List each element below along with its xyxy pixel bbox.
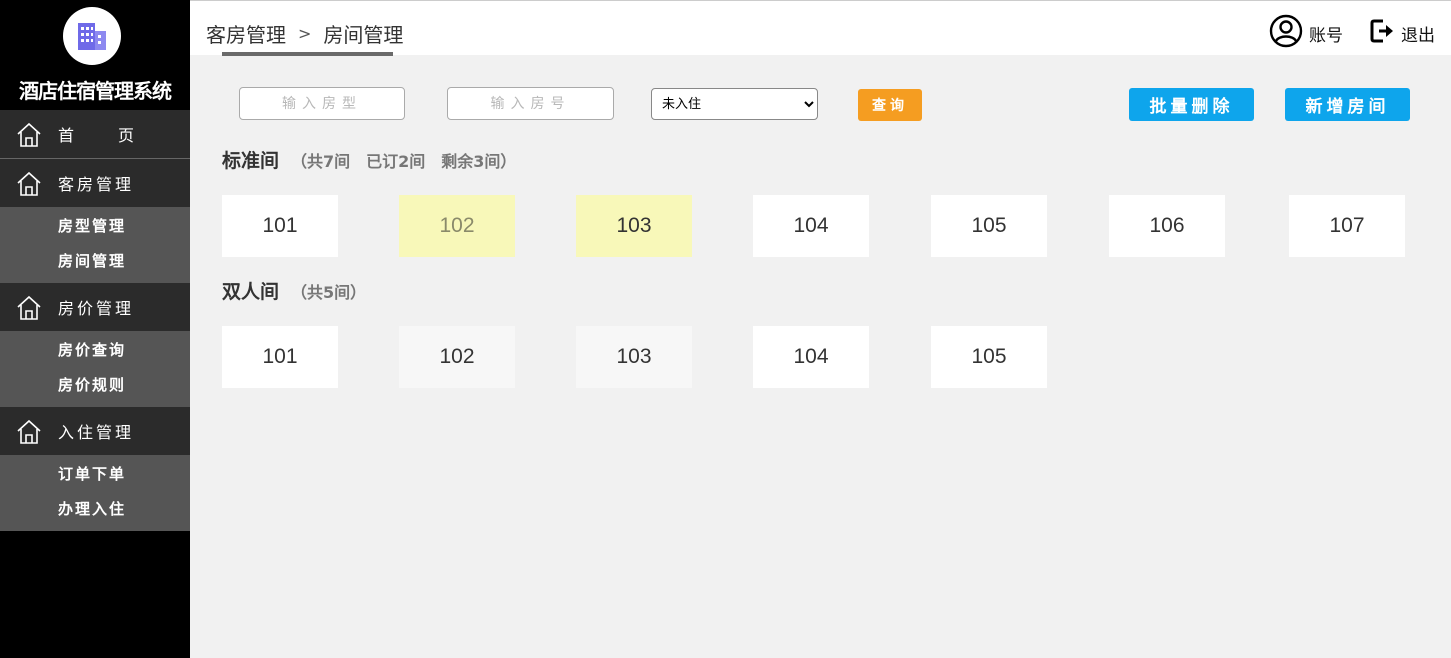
room-card[interactable]: 104 [753, 326, 869, 388]
home-icon [16, 122, 42, 152]
section-stats: （共5间） [291, 283, 367, 302]
submenu-item-room-type[interactable]: 房型管理 [0, 209, 190, 244]
submenu-checkin: 订单下单 办理入住 [0, 455, 190, 531]
menu-label: 客房管理 [58, 175, 135, 194]
add-room-button[interactable]: 新增房间 [1285, 88, 1410, 121]
room-card[interactable]: 105 [931, 326, 1047, 388]
app-root: 酒店住宿管理系统 首页 客房管理 房型管理 房间管理 房价管理 房价查询 房价规… [0, 0, 1451, 658]
submenu-price: 房价查询 房价规则 [0, 331, 190, 407]
room-card[interactable]: 107 [1289, 195, 1405, 257]
room-card[interactable]: 105 [931, 195, 1047, 257]
room-card[interactable]: 106 [1109, 195, 1225, 257]
logout-label: 退出 [1401, 26, 1435, 46]
menu-home-label: 首页 [58, 122, 134, 146]
breadcrumb-item-room-management[interactable]: 客房管理 [206, 19, 286, 48]
submenu-item-room[interactable]: 房间管理 [0, 244, 190, 279]
menu-label: 入住管理 [58, 423, 135, 442]
sidebar: 酒店住宿管理系统 首页 客房管理 房型管理 房间管理 房价管理 房价查询 房价规… [0, 0, 190, 658]
section-title-double: 双人间 （共5间） [222, 277, 366, 304]
menu-price-management[interactable]: 房价管理 [0, 283, 190, 331]
home-icon [16, 171, 42, 201]
room-number-input[interactable] [447, 87, 614, 120]
room-type-input[interactable] [239, 87, 405, 120]
room-card[interactable]: 101 [222, 326, 338, 388]
section-title-standard: 标准间 （共7间 已订2间 剩余3间） [222, 146, 516, 173]
hotel-logo-icon [63, 7, 121, 65]
menu-checkin-management[interactable]: 入住管理 [0, 407, 190, 455]
menu-home-label-1: 首 [58, 126, 75, 145]
room-card[interactable]: 102 [399, 326, 515, 388]
batch-delete-button[interactable]: 批量删除 [1129, 88, 1254, 121]
section-stats: （共7间 已订2间 剩余3间） [291, 152, 517, 171]
room-card[interactable]: 104 [753, 195, 869, 257]
menu-label: 房价管理 [58, 299, 135, 318]
logout-button[interactable]: 退出 [1369, 18, 1435, 49]
user-icon [1269, 14, 1303, 53]
home-icon [16, 419, 42, 449]
breadcrumb-underline [222, 52, 393, 56]
logout-icon [1369, 18, 1395, 49]
room-card[interactable]: 103 [576, 195, 692, 257]
breadcrumb-item-current: 房间管理 [323, 23, 404, 47]
submenu-item-price-rules[interactable]: 房价规则 [0, 368, 190, 403]
status-select[interactable]: 未入住 [651, 88, 818, 120]
submenu-item-price-query[interactable]: 房价查询 [0, 333, 190, 368]
brand-title: 酒店住宿管理系统 [19, 79, 172, 103]
account-button[interactable]: 账号 [1269, 14, 1343, 53]
room-card[interactable]: 102 [399, 195, 515, 257]
submenu-room: 房型管理 房间管理 [0, 207, 190, 283]
menu-home-label-2: 页 [118, 126, 135, 145]
section-name: 双人间 [222, 281, 280, 303]
section-name: 标准间 [222, 150, 280, 172]
query-button[interactable]: 查询 [858, 89, 922, 121]
submenu-item-checkin[interactable]: 办理入住 [0, 492, 190, 527]
account-label: 账号 [1309, 26, 1343, 46]
breadcrumb-separator: > [298, 24, 312, 43]
menu-home[interactable]: 首页 [0, 110, 190, 158]
room-card[interactable]: 101 [222, 195, 338, 257]
header-actions: 账号 退出 [1269, 14, 1435, 53]
submenu-item-place-order[interactable]: 订单下单 [0, 457, 190, 492]
menu-room-management[interactable]: 客房管理 [0, 159, 190, 207]
home-icon [16, 295, 42, 325]
top-header: 客房管理 > 房间管理 账号 退出 [190, 0, 1451, 56]
room-card[interactable]: 103 [576, 326, 692, 388]
brand: 酒店住宿管理系统 [0, 0, 190, 110]
breadcrumb: 客房管理 > 房间管理 [206, 19, 403, 48]
